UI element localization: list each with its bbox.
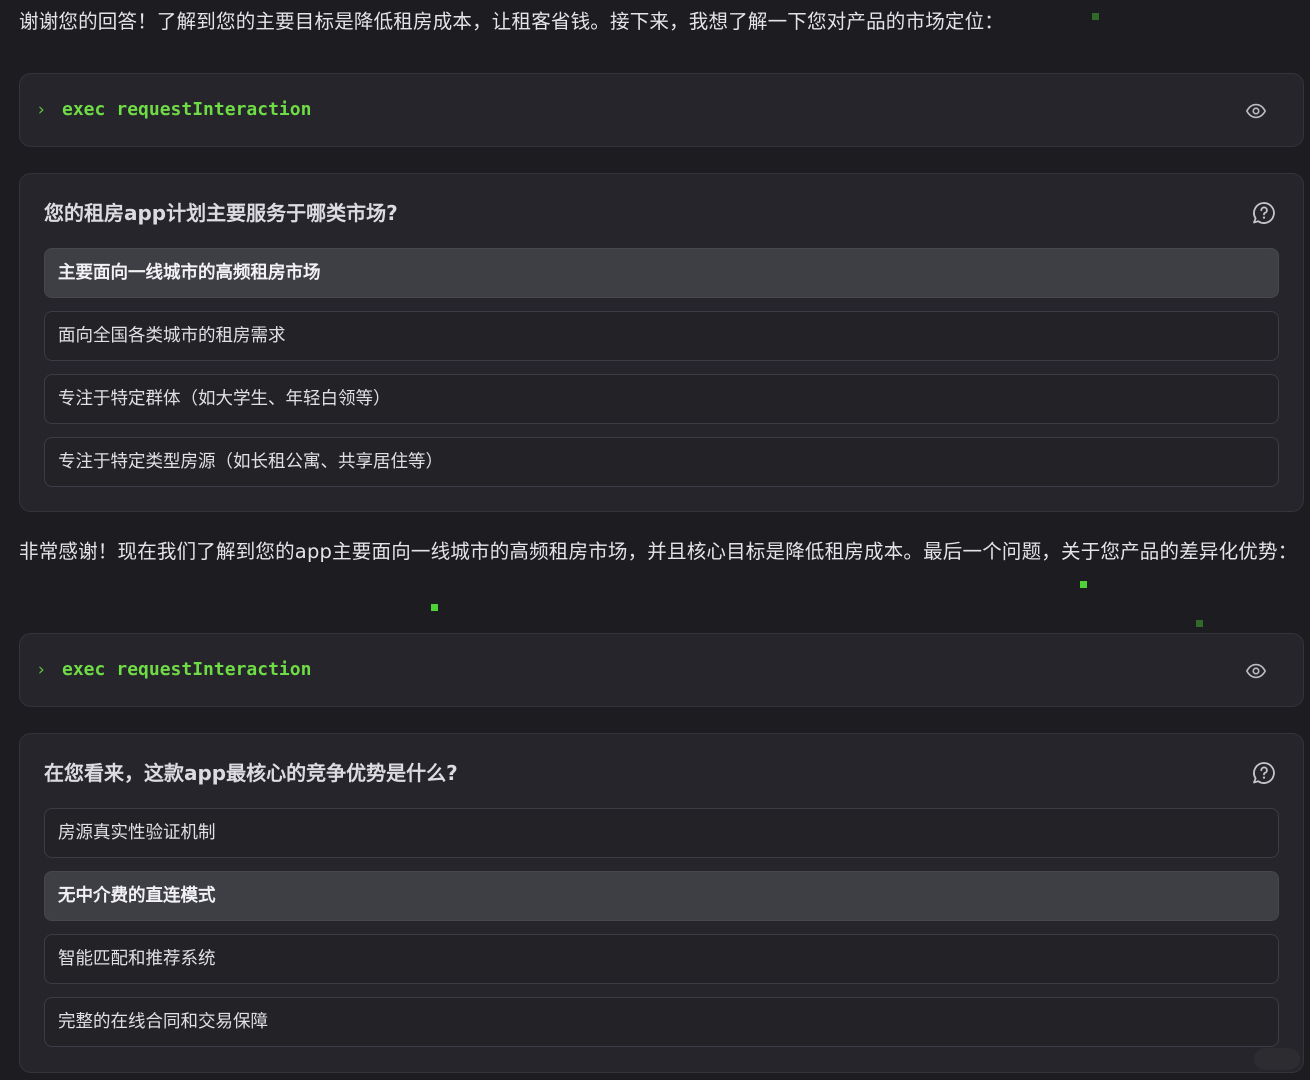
chevron-right-icon[interactable]: ›: [36, 98, 50, 122]
cursor-dot: [431, 604, 438, 611]
watermark-logo: [1254, 1048, 1300, 1070]
option-3[interactable]: 专注于特定群体（如大学生、年轻白领等）: [44, 374, 1279, 424]
assistant-message-1: 谢谢您的回答！了解到您的主要目标是降低租房成本，让租客省钱。接下来，我想了解一下…: [19, 10, 1005, 33]
option-4[interactable]: 专注于特定类型房源（如长租公寓、共享居住等）: [44, 437, 1279, 487]
option-4[interactable]: 完整的在线合同和交易保障: [44, 997, 1279, 1047]
exec-function-name: requestInteraction: [116, 99, 312, 120]
cursor-dot: [1080, 581, 1087, 588]
chat-question-icon[interactable]: [1251, 760, 1277, 786]
exec-block-1[interactable]: › exec requestInteraction: [19, 73, 1304, 147]
question-card-2: 在您看来，这款app最核心的竞争优势是什么? 房源真实性验证机制 无中介费的直连…: [19, 733, 1304, 1073]
option-1[interactable]: 房源真实性验证机制: [44, 808, 1279, 858]
chevron-right-icon[interactable]: ›: [36, 658, 50, 682]
assistant-message-2: 非常感谢！现在我们了解到您的app主要面向一线城市的高频租房市场，并且核心目标是…: [19, 540, 1298, 563]
eye-icon[interactable]: [1245, 660, 1267, 682]
question-title: 在您看来，这款app最核心的竞争优势是什么?: [44, 761, 458, 785]
option-1[interactable]: 主要面向一线城市的高频租房市场: [44, 248, 1279, 298]
exec-command-text: exec requestInteraction: [62, 657, 311, 683]
chat-question-icon[interactable]: [1251, 200, 1277, 226]
option-2[interactable]: 面向全国各类城市的租房需求: [44, 311, 1279, 361]
exec-block-2[interactable]: › exec requestInteraction: [19, 633, 1304, 707]
cursor-dot: [1092, 13, 1099, 20]
eye-icon[interactable]: [1245, 100, 1267, 122]
exec-function-name: requestInteraction: [116, 659, 312, 680]
question-title: 您的租房app计划主要服务于哪类市场?: [44, 201, 398, 225]
question-card-1: 您的租房app计划主要服务于哪类市场? 主要面向一线城市的高频租房市场 面向全国…: [19, 173, 1304, 512]
cursor-dot: [1196, 620, 1203, 627]
exec-keyword: exec: [62, 99, 106, 120]
exec-command-text: exec requestInteraction: [62, 97, 311, 123]
exec-keyword: exec: [62, 659, 106, 680]
option-3[interactable]: 智能匹配和推荐系统: [44, 934, 1279, 984]
option-2[interactable]: 无中介费的直连模式: [44, 871, 1279, 921]
